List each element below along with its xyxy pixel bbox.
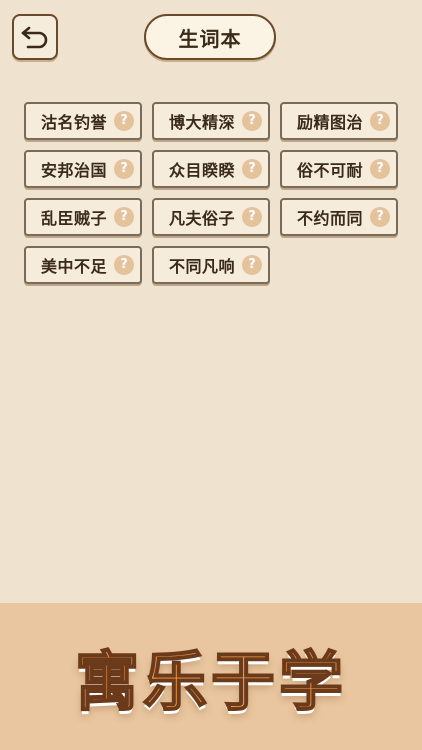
question-mark-icon[interactable]: ?: [242, 111, 262, 131]
page-title: 生词本: [144, 14, 276, 60]
word-card[interactable]: 乱臣贼子 ?: [24, 198, 142, 236]
undo-arrow-icon: [20, 24, 50, 50]
word-card[interactable]: 凡夫俗子 ?: [152, 198, 270, 236]
question-mark-icon[interactable]: ?: [370, 207, 390, 227]
question-mark-icon[interactable]: ?: [114, 207, 134, 227]
word-text: 不同凡响: [168, 257, 235, 276]
page-title-text: 生词本: [178, 26, 242, 51]
question-mark-icon[interactable]: ?: [370, 159, 390, 179]
question-mark-icon[interactable]: ?: [370, 111, 390, 131]
question-mark-icon[interactable]: ?: [242, 159, 262, 179]
vocabulary-screen: 生词本 沽名钓誉 ? 博大精深 ? 励精图治 ? 安邦治国 ? 众目睽睽 ? 俗…: [0, 0, 422, 750]
word-card[interactable]: 不约而同 ?: [280, 198, 398, 236]
word-card[interactable]: 博大精深 ?: [152, 102, 270, 140]
word-text: 众目睽睽: [168, 161, 235, 180]
question-mark-icon[interactable]: ?: [242, 255, 262, 275]
word-text: 沽名钓誉: [40, 113, 107, 132]
word-text: 凡夫俗子: [168, 209, 235, 228]
word-text: 博大精深: [168, 113, 235, 132]
word-card[interactable]: 不同凡响 ?: [152, 246, 270, 284]
word-text: 安邦治国: [40, 161, 107, 180]
word-text: 美中不足: [40, 257, 107, 276]
word-card[interactable]: 俗不可耐 ?: [280, 150, 398, 188]
word-text: 不约而同: [296, 209, 363, 228]
word-card[interactable]: 安邦治国 ?: [24, 150, 142, 188]
word-card[interactable]: 沽名钓誉 ?: [24, 102, 142, 140]
slogan-text: 寓乐于学: [74, 645, 347, 721]
word-card[interactable]: 励精图治 ?: [280, 102, 398, 140]
question-mark-icon[interactable]: ?: [114, 111, 134, 131]
word-grid: 沽名钓誉 ? 博大精深 ? 励精图治 ? 安邦治国 ? 众目睽睽 ? 俗不可耐 …: [24, 102, 400, 284]
word-card[interactable]: 众目睽睽 ?: [152, 150, 270, 188]
question-mark-icon[interactable]: ?: [114, 159, 134, 179]
question-mark-icon[interactable]: ?: [114, 255, 134, 275]
question-mark-icon[interactable]: ?: [242, 207, 262, 227]
word-card[interactable]: 美中不足 ?: [24, 246, 142, 284]
back-button[interactable]: [12, 14, 58, 60]
word-text: 乱臣贼子: [40, 209, 107, 228]
word-text: 俗不可耐: [296, 161, 363, 180]
word-text: 励精图治: [296, 113, 363, 132]
slogan-banner: 寓乐于学: [0, 603, 422, 750]
